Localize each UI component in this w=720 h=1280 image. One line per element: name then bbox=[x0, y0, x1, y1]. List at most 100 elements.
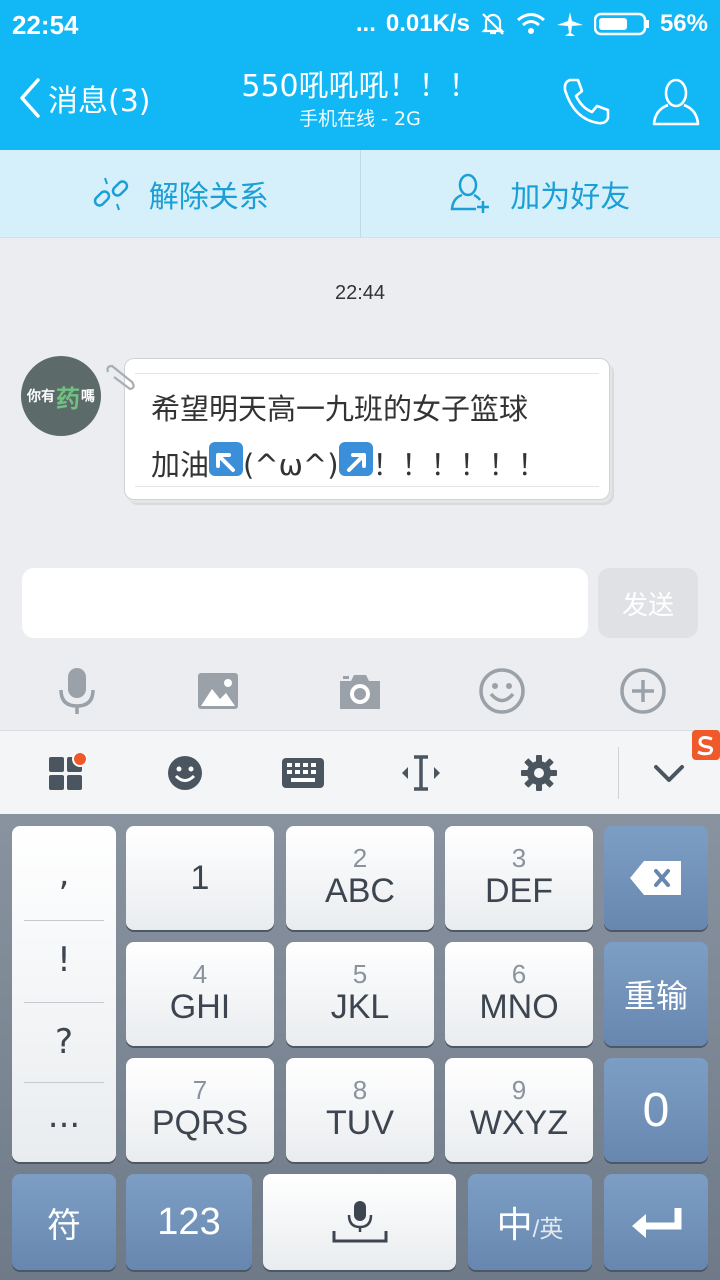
plus-circle-icon bbox=[620, 668, 666, 714]
voice-button[interactable] bbox=[7, 666, 147, 716]
image-button[interactable] bbox=[148, 671, 288, 711]
keyboard-icon bbox=[282, 757, 324, 788]
battery-icon bbox=[593, 12, 650, 36]
avatar[interactable]: 你有药嗎 bbox=[21, 356, 101, 436]
symbol-label: 符 bbox=[47, 1206, 81, 1245]
chat-header: 消息(3) 550吼吼吼！！！ 手机在线 - 2G bbox=[0, 50, 720, 150]
kb-emoji-button[interactable] bbox=[126, 754, 244, 792]
backspace-key[interactable] bbox=[604, 826, 708, 930]
enter-key[interactable] bbox=[604, 1174, 708, 1270]
lang-main: 中 bbox=[496, 1204, 533, 1245]
reenter-key[interactable]: 重输 bbox=[604, 942, 708, 1046]
microphone-icon bbox=[332, 1201, 387, 1243]
message-text-part: 加油 bbox=[151, 448, 210, 482]
key-4[interactable]: 4 GHI bbox=[126, 942, 274, 1046]
key-number: 3 bbox=[511, 843, 527, 873]
status-dots: ... bbox=[355, 10, 376, 37]
key-number: 6 bbox=[511, 959, 527, 989]
phone-icon[interactable] bbox=[560, 76, 612, 130]
message-bubble[interactable]: 希望明天高一九班的女子篮球 加油 (^ω^) ！！！！！！ bbox=[124, 358, 610, 500]
status-icons: ... 0.01K/s 56% bbox=[356, 10, 708, 38]
back-button[interactable]: 消息(3) bbox=[18, 76, 151, 120]
space-voice-key[interactable] bbox=[263, 1174, 456, 1270]
apps-grid-button[interactable] bbox=[8, 752, 126, 793]
arrow-up-left-emoji-icon bbox=[209, 442, 244, 476]
send-button[interactable]: 发送 bbox=[598, 568, 698, 638]
numeric-key[interactable]: 123 bbox=[126, 1174, 252, 1270]
punctuation-column[interactable]: , ! ? ... bbox=[12, 826, 116, 1162]
key-8[interactable]: 8 TUV bbox=[286, 1058, 434, 1162]
message-line-1: 希望明天高一九班的女子篮球 bbox=[151, 392, 529, 426]
chat-title-block[interactable]: 550吼吼吼！！！ 手机在线 - 2G bbox=[180, 68, 540, 132]
punct-key-ellipsis[interactable]: ... bbox=[24, 1076, 104, 1156]
key-7[interactable]: 7 PQRS bbox=[126, 1058, 274, 1162]
collapse-keyboard-button[interactable] bbox=[638, 755, 700, 791]
key-letters: JKL bbox=[330, 988, 390, 1026]
airplane-icon bbox=[556, 11, 584, 37]
message-text: 希望明天高一九班的女子篮球 加油 (^ω^) ！！！！！！ bbox=[151, 381, 591, 493]
add-friend-button[interactable]: 加为好友 bbox=[361, 150, 720, 237]
key-letters: MNO bbox=[479, 988, 559, 1026]
grid-icon bbox=[49, 752, 87, 790]
page-title: 550吼吼吼！！！ bbox=[241, 69, 479, 104]
key-5[interactable]: 5 JKL bbox=[286, 942, 434, 1046]
profile-icon[interactable] bbox=[650, 76, 702, 132]
key-number: 7 bbox=[192, 1075, 208, 1105]
avatar-text-accent: 药 bbox=[56, 384, 80, 413]
key-letters: ABC bbox=[325, 872, 395, 910]
avatar-text: 你有 bbox=[27, 389, 55, 405]
t9-keyboard: , ! ? ... 1 2 ABC 3 DEF 4 GHI 5 JKL 6 MN… bbox=[0, 814, 720, 1280]
image-icon bbox=[198, 673, 239, 709]
numeric-label: 123 bbox=[157, 1200, 221, 1243]
chevron-down-icon bbox=[654, 765, 684, 782]
punct-key-comma[interactable]: , bbox=[24, 834, 104, 914]
smiley-filled-icon bbox=[168, 755, 202, 790]
smiley-icon bbox=[478, 668, 525, 714]
relationship-action-bar: 解除关系 加为好友 bbox=[0, 150, 720, 238]
key-number: 4 bbox=[192, 959, 208, 989]
punct-key-exclaim[interactable]: ! bbox=[24, 920, 104, 1000]
key-0[interactable]: 0 bbox=[604, 1058, 708, 1162]
lang-sub: /英 bbox=[532, 1216, 564, 1243]
gear-icon bbox=[521, 754, 557, 791]
key-1[interactable]: 1 bbox=[126, 826, 274, 930]
language-label: 中/英 bbox=[497, 1196, 564, 1248]
key-letters: WXYZ bbox=[469, 1104, 569, 1142]
message-input[interactable] bbox=[22, 568, 588, 638]
emoji-button[interactable] bbox=[432, 667, 572, 715]
key-number: 2 bbox=[352, 843, 368, 873]
key-3[interactable]: 3 DEF bbox=[445, 826, 593, 930]
key-number: 5 bbox=[352, 959, 368, 989]
key-2[interactable]: 2 ABC bbox=[286, 826, 434, 930]
unlink-button[interactable]: 解除关系 bbox=[0, 150, 360, 237]
message-list[interactable]: 22:44 你有药嗎 希望明天高一九班的女子篮球 加油 (^ω^) ！！！！！！ bbox=[0, 238, 720, 560]
online-status: 手机在线 - 2G bbox=[299, 108, 421, 130]
keyboard-switch-button[interactable] bbox=[244, 756, 362, 790]
key-letters: GHI bbox=[169, 988, 231, 1026]
backspace-icon bbox=[630, 861, 681, 895]
more-button[interactable] bbox=[573, 667, 713, 715]
cursor-move-button[interactable] bbox=[362, 753, 480, 793]
toolbar-divider bbox=[618, 747, 619, 799]
composer: 发送 bbox=[0, 560, 720, 652]
symbol-key[interactable]: 符 bbox=[12, 1174, 116, 1270]
key-9[interactable]: 9 WXYZ bbox=[445, 1058, 593, 1162]
key-letters: TUV bbox=[326, 1104, 394, 1142]
punct-key-question[interactable]: ? bbox=[24, 1002, 104, 1082]
key-6[interactable]: 6 MNO bbox=[445, 942, 593, 1046]
status-bar: 22:54 ... 0.01K/s 56% bbox=[0, 0, 720, 50]
keyboard-settings-button[interactable] bbox=[480, 753, 598, 793]
camera-button[interactable] bbox=[290, 671, 430, 711]
unlink-icon bbox=[93, 177, 128, 210]
message-line-2: 加油 (^ω^) ！！！！！！ bbox=[151, 437, 591, 493]
sogou-logo-icon bbox=[692, 730, 720, 760]
language-switch-key[interactable]: 中/英 bbox=[468, 1174, 592, 1270]
key-number: 9 bbox=[511, 1075, 527, 1105]
zero-label: 0 bbox=[642, 1083, 670, 1137]
network-speed: 0.01K/s bbox=[385, 10, 470, 37]
key-number: 8 bbox=[352, 1075, 368, 1105]
key-letters: DEF bbox=[485, 872, 553, 910]
microphone-icon bbox=[59, 668, 95, 714]
wifi-icon bbox=[516, 12, 546, 36]
message-kaomoji: (^ω^) bbox=[243, 448, 339, 482]
